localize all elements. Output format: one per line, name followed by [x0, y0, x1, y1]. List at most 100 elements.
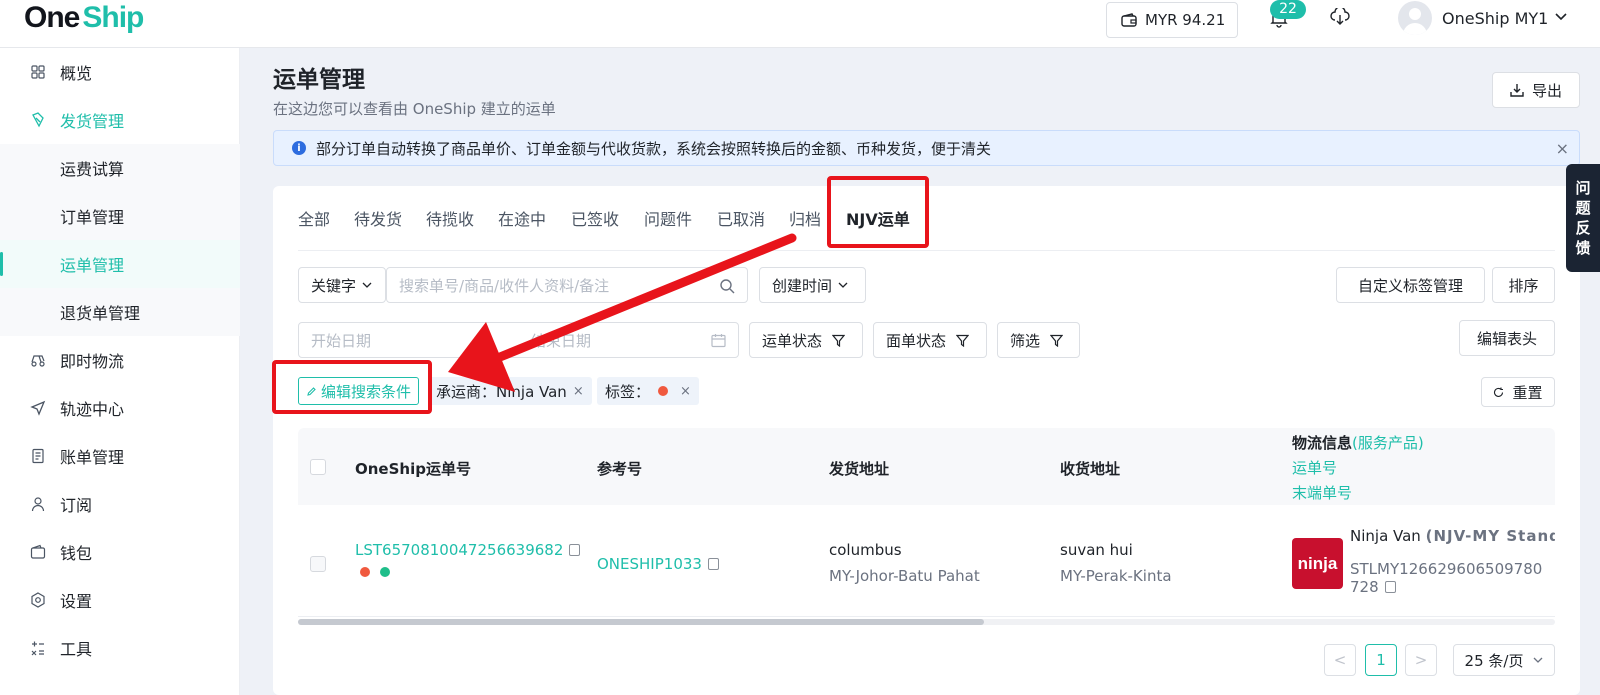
delivery-icon [31, 355, 45, 367]
sidebar-item-subscription[interactable]: 订阅 [0, 480, 240, 528]
created-time-select[interactable]: 创建时间 [759, 267, 866, 303]
sidebar-item-wallet[interactable]: 钱包 [0, 528, 240, 576]
sidebar-item-label: 运费试算 [60, 160, 125, 179]
highlight-box-edit-search [272, 360, 432, 414]
tracking-number-tail-text: 728 [1350, 578, 1379, 596]
tab-in-transit[interactable]: 在途中 [498, 206, 546, 230]
user-icon [31, 497, 45, 512]
service-product: (NJV-MY Standard) [1425, 527, 1555, 545]
tab-cancelled[interactable]: 已取消 [717, 206, 765, 230]
column-header-logistics: 物流信息(服务产品) [1292, 432, 1424, 453]
keyword-select[interactable]: 关键字 [298, 267, 386, 303]
export-button[interactable]: 导出 [1492, 72, 1580, 108]
chevron-down-icon [1533, 657, 1543, 663]
custom-tag-management-label: 自定义标签管理 [1357, 276, 1463, 295]
tab-problem[interactable]: 问题件 [644, 206, 692, 230]
sidebar-item-orders[interactable]: 订单管理 [0, 192, 240, 240]
close-icon[interactable]: × [1556, 139, 1569, 158]
filter-button[interactable]: 筛选 [997, 322, 1080, 358]
cloud-download-icon[interactable] [1330, 8, 1350, 26]
horizontal-scrollbar[interactable] [298, 619, 984, 625]
row-checkbox[interactable] [310, 556, 326, 572]
prev-page-button[interactable]: < [1324, 644, 1356, 676]
page-size-select[interactable]: 25 条/页 [1453, 644, 1555, 676]
tab-archived[interactable]: 归档 [789, 206, 821, 230]
feedback-tab[interactable]: 问 题 反 馈 [1566, 164, 1600, 272]
page-1-button[interactable]: 1 [1365, 644, 1397, 676]
reset-button[interactable]: 重置 [1481, 377, 1555, 407]
balance-amount: MYR 94.21 [1145, 11, 1226, 29]
sidebar-item-shipping[interactable]: 发货管理 [0, 96, 240, 144]
refresh-icon [1494, 387, 1504, 397]
search-icon[interactable] [719, 278, 735, 294]
chevron-down-icon [838, 282, 848, 288]
avatar[interactable] [1398, 1, 1432, 35]
row-tags [360, 563, 400, 581]
close-icon[interactable]: × [680, 384, 691, 399]
receiver-name: suvan hui [1060, 541, 1133, 559]
logistics-header-label: 物流信息 [1292, 434, 1353, 452]
highlight-box-njv-tab [827, 176, 929, 248]
next-page-button[interactable]: > [1405, 644, 1437, 676]
reference-number-link[interactable]: ONESHIP1033 [597, 555, 719, 573]
tab-pending-pickup[interactable]: 待揽收 [426, 206, 474, 230]
sidebar-item-waybills[interactable]: 运单管理 [0, 240, 240, 288]
sidebar-item-label: 运单管理 [60, 256, 125, 275]
tag-color-dot [360, 567, 370, 577]
sidebar-item-freight-calc[interactable]: 运费试算 [0, 144, 240, 192]
feedback-char: 题 [1575, 199, 1591, 217]
sidebar-item-settings[interactable]: 设置 [0, 576, 240, 624]
edit-table-header-button[interactable]: 编辑表头 [1459, 320, 1555, 356]
feedback-char: 馈 [1575, 239, 1591, 257]
calendar-icon [711, 334, 726, 348]
sidebar-item-label: 账单管理 [60, 448, 125, 467]
tools-icon [31, 641, 44, 656]
column-header-tracking-no: 运单号 [1292, 459, 1338, 477]
shipping-icon [32, 112, 44, 128]
sidebar-item-returns[interactable]: 退货单管理 [0, 288, 240, 336]
filter-label: 筛选 [1010, 331, 1041, 350]
feedback-char: 反 [1575, 219, 1591, 237]
waybill-number-link[interactable]: LST6570810047256639682 [355, 541, 581, 559]
tab-delivered[interactable]: 已签收 [571, 206, 619, 230]
copy-icon[interactable] [1384, 581, 1396, 593]
tab-pending-shipment[interactable]: 待发货 [354, 206, 402, 230]
waybill-status-label: 运单状态 [762, 331, 823, 350]
sidebar-item-label: 订阅 [60, 496, 93, 515]
sort-label: 排序 [1508, 276, 1539, 295]
sidebar-item-tracking[interactable]: 轨迹中心 [0, 384, 240, 432]
sort-button[interactable]: 排序 [1492, 267, 1555, 303]
wallet-balance-button[interactable]: MYR 94.21 [1106, 2, 1238, 38]
oneship-logo[interactable]: One Ship [24, 0, 144, 36]
filter-icon [1050, 334, 1064, 347]
copy-icon[interactable] [569, 544, 581, 556]
sidebar-item-tools[interactable]: 工具 [0, 624, 240, 672]
select-all-checkbox[interactable] [310, 459, 326, 475]
sidebar-item-label: 退货单管理 [60, 304, 141, 323]
carrier-name: Ninja Van [1350, 527, 1421, 545]
waybill-status-filter[interactable]: 运单状态 [749, 322, 863, 358]
filter-icon [832, 334, 846, 347]
created-time-label: 创建时间 [772, 276, 833, 295]
reference-number: ONESHIP1033 [597, 555, 702, 573]
info-banner: i 部分订单自动转换了商品单价、订单金额与代收货款，系统会按照转换后的金额、币种… [273, 130, 1580, 166]
ninja-van-logo: ninja [1292, 538, 1343, 589]
date-range-picker[interactable]: 开始日期 结束日期 [298, 322, 739, 358]
filter-icon [956, 334, 970, 347]
carrier-chip-label: 承运商：Ninja Van [436, 382, 567, 401]
column-header-receiver-address: 收货地址 [1060, 460, 1121, 478]
copy-icon[interactable] [707, 558, 719, 570]
chevron-down-icon[interactable] [1554, 12, 1568, 22]
sidebar-item-billing[interactable]: 账单管理 [0, 432, 240, 480]
sidebar-item-label: 工具 [60, 640, 93, 659]
sidebar-item-overview[interactable]: 概览 [0, 48, 240, 96]
search-input[interactable]: 搜索单号/商品/收件人资料/备注 [386, 267, 748, 303]
user-name[interactable]: OneShip MY1 [1442, 9, 1548, 28]
label-status-filter[interactable]: 面单状态 [873, 322, 987, 358]
sidebar-item-instant-delivery[interactable]: 即时物流 [0, 336, 240, 384]
notification-badge: 22 [1270, 0, 1306, 19]
close-icon[interactable]: × [573, 384, 584, 399]
tab-all[interactable]: 全部 [298, 206, 330, 230]
custom-tag-management-button[interactable]: 自定义标签管理 [1336, 267, 1485, 303]
tag-filter-chip: 标签： × [597, 377, 699, 405]
